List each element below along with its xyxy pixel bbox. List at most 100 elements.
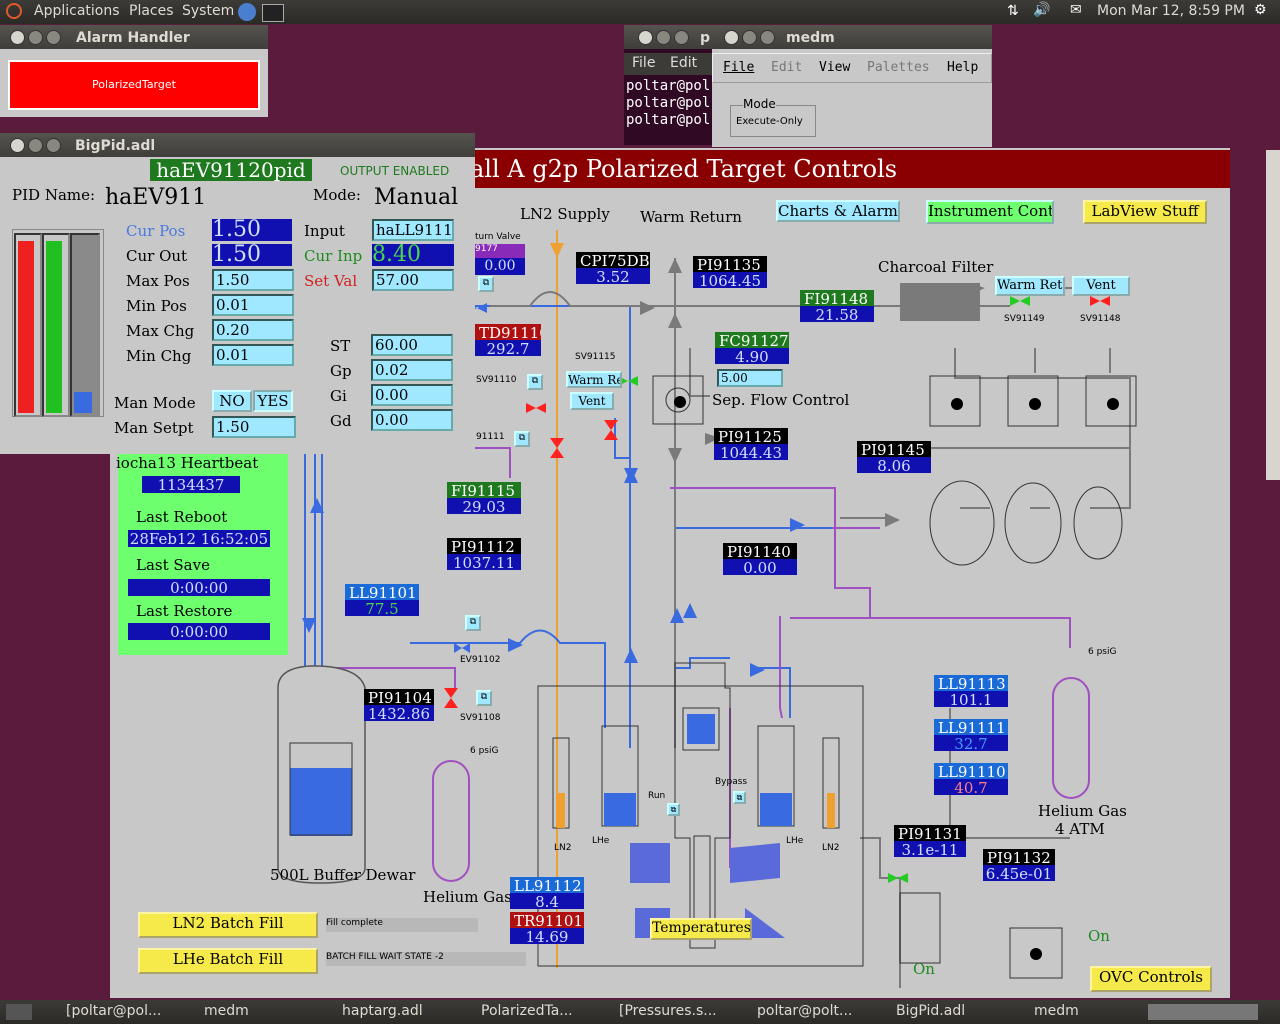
menu-palettes[interactable]: Palettes (867, 60, 930, 75)
max-chg-input[interactable]: 0.20 (212, 319, 294, 341)
pi91104-tag: PI91104 (364, 689, 434, 706)
set-val-input[interactable]: 57.00 (372, 269, 454, 291)
on-status-2: On (1088, 927, 1110, 945)
ubuntu-logo-icon[interactable] (6, 3, 22, 19)
show-desktop-icon[interactable] (6, 1004, 32, 1020)
last-restore-value: 0:00:00 (128, 623, 270, 640)
valve-control-button[interactable]: ⧉ (465, 615, 481, 631)
bypass-valve-button[interactable]: ⧉ (733, 791, 746, 804)
vent-button[interactable]: Vent (1072, 276, 1130, 296)
menu-view[interactable]: View (819, 60, 850, 75)
bigpid-titlebar[interactable]: BigPid.adl (0, 133, 475, 157)
minimize-icon[interactable] (28, 30, 43, 45)
mode-value[interactable]: Execute-Only (736, 116, 803, 127)
ioc-status-panel: iocha13 Heartbeat 1134437 Last Reboot 28… (116, 452, 288, 655)
ll91101-tag: LL91101 (345, 584, 419, 601)
alarm-handler-titlebar[interactable]: Alarm Handler (0, 25, 268, 49)
browser-icon[interactable] (238, 3, 256, 21)
task-item[interactable]: haptarg.adl (342, 1003, 423, 1019)
menu-applications[interactable]: Applications (34, 3, 120, 19)
task-item[interactable]: medm (204, 1003, 249, 1019)
ln2-batch-status: Fill complete (326, 918, 478, 932)
maximize-icon[interactable] (46, 30, 61, 45)
task-item[interactable]: BigPid.adl (896, 1003, 965, 1019)
charts-alarms-button[interactable]: Charts & Alarms (776, 200, 900, 222)
warm-ret-button[interactable]: Warm Ret. (995, 276, 1065, 296)
close-icon[interactable] (10, 138, 25, 153)
terminal-line: poltar@pol (626, 78, 711, 94)
st-input[interactable]: 60.00 (371, 334, 453, 356)
cpi75db10-value: 3.52 (576, 268, 650, 284)
menu-edit[interactable]: Edit (670, 55, 697, 71)
mail-icon[interactable]: ✉ (1070, 2, 1082, 18)
scrollbar[interactable] (1266, 150, 1280, 480)
menu-edit[interactable]: Edit (771, 60, 802, 75)
ln2-supply-label: LN2 Supply (520, 205, 610, 223)
input-field[interactable]: haLL91112 (372, 219, 454, 241)
fc91127-setpoint[interactable]: 5.00 (717, 369, 783, 387)
labview-button[interactable]: LabView Stuff (1083, 200, 1207, 224)
run-valve-button[interactable]: ⧉ (667, 803, 680, 816)
sv91148-label: SV91148 (1080, 314, 1121, 324)
sv91110-label: SV91110 (476, 375, 517, 385)
man-mode-yes-button[interactable]: YES (253, 390, 293, 412)
temperatures-button[interactable]: Temperatures (650, 918, 752, 940)
maximize-icon[interactable] (674, 30, 689, 45)
task-item[interactable]: medm (1034, 1003, 1079, 1019)
medm-menubar: File Edit View Palettes Help (712, 53, 992, 83)
alarm-button[interactable]: PolarizedTarget (8, 60, 260, 110)
instrument-cont-button[interactable]: Instrument Cont (926, 200, 1054, 224)
on-status-1: On (913, 960, 935, 978)
ln2-batch-fill-button[interactable]: LN2 Batch Fill (138, 912, 318, 938)
max-pos-input[interactable]: 1.50 (212, 269, 294, 291)
min-pos-input[interactable]: 0.01 (212, 294, 294, 316)
valve-control-button[interactable]: ⧉ (478, 276, 494, 292)
valve-control-button[interactable]: ⧉ (527, 374, 543, 390)
min-chg-input[interactable]: 0.01 (212, 344, 294, 366)
menu-help[interactable]: Help (947, 60, 978, 75)
menu-system[interactable]: System (182, 3, 234, 19)
menu-file[interactable]: File (632, 55, 655, 71)
pid-tag: haEV91120pid (150, 159, 312, 181)
terminal-icon[interactable] (262, 4, 284, 22)
terminal-titlebar[interactable]: p (624, 25, 720, 49)
man-mode-no-button[interactable]: NO (212, 390, 252, 412)
bypass-label: Bypass (715, 777, 748, 787)
maximize-icon[interactable] (760, 30, 775, 45)
terminal-text[interactable]: poltar@pol poltar@pol poltar@pol (626, 78, 710, 129)
ll91110-tag: LL91110 (934, 763, 1008, 780)
man-setpt-input[interactable]: 1.50 (212, 416, 296, 438)
minimize-icon[interactable] (742, 30, 757, 45)
medm-titlebar[interactable]: medm (712, 25, 992, 49)
valve-control-button[interactable]: ⧉ (476, 690, 492, 706)
network-icon[interactable]: ⇅ (1007, 3, 1019, 19)
task-item[interactable]: poltar@polt... (757, 1003, 852, 1019)
fi91115-value: 29.03 (447, 498, 521, 514)
ovc-controls-button[interactable]: OVC Controls (1090, 966, 1212, 992)
gd-input[interactable]: 0.00 (371, 409, 453, 431)
close-icon[interactable] (10, 30, 25, 45)
close-icon[interactable] (638, 30, 653, 45)
lhe-batch-fill-button[interactable]: LHe Batch Fill (138, 948, 318, 974)
workspace-switcher[interactable] (1148, 1004, 1258, 1020)
volume-icon[interactable]: 🔊 (1033, 2, 1050, 18)
task-item[interactable]: [poltar@pol... (66, 1003, 161, 1019)
minimize-icon[interactable] (656, 30, 671, 45)
gp-input[interactable]: 0.02 (371, 359, 453, 381)
lhe-batch-status: BATCH FILL WAIT STATE -2 (326, 952, 526, 966)
sv91108-label: SV91108 (460, 713, 501, 723)
vent-valve-button[interactable]: Vent (570, 392, 614, 410)
minimize-icon[interactable] (28, 138, 43, 153)
task-item[interactable]: PolarizedTa... (481, 1003, 573, 1019)
task-item[interactable]: [Pressures.s... (619, 1003, 717, 1019)
warm-ret-valve-button[interactable]: Warm Ret (566, 371, 622, 388)
power-icon[interactable]: ⚙ (1254, 2, 1267, 18)
terminal-line: poltar@pol (626, 95, 711, 111)
menu-file[interactable]: File (723, 60, 754, 75)
close-icon[interactable] (724, 30, 739, 45)
menu-places[interactable]: Places (129, 3, 174, 19)
maximize-icon[interactable] (46, 138, 61, 153)
valve-control-button[interactable]: ⧉ (514, 431, 530, 447)
clock[interactable]: Mon Mar 12, 8:59 PM (1097, 3, 1245, 19)
gi-input[interactable]: 0.00 (371, 384, 453, 406)
